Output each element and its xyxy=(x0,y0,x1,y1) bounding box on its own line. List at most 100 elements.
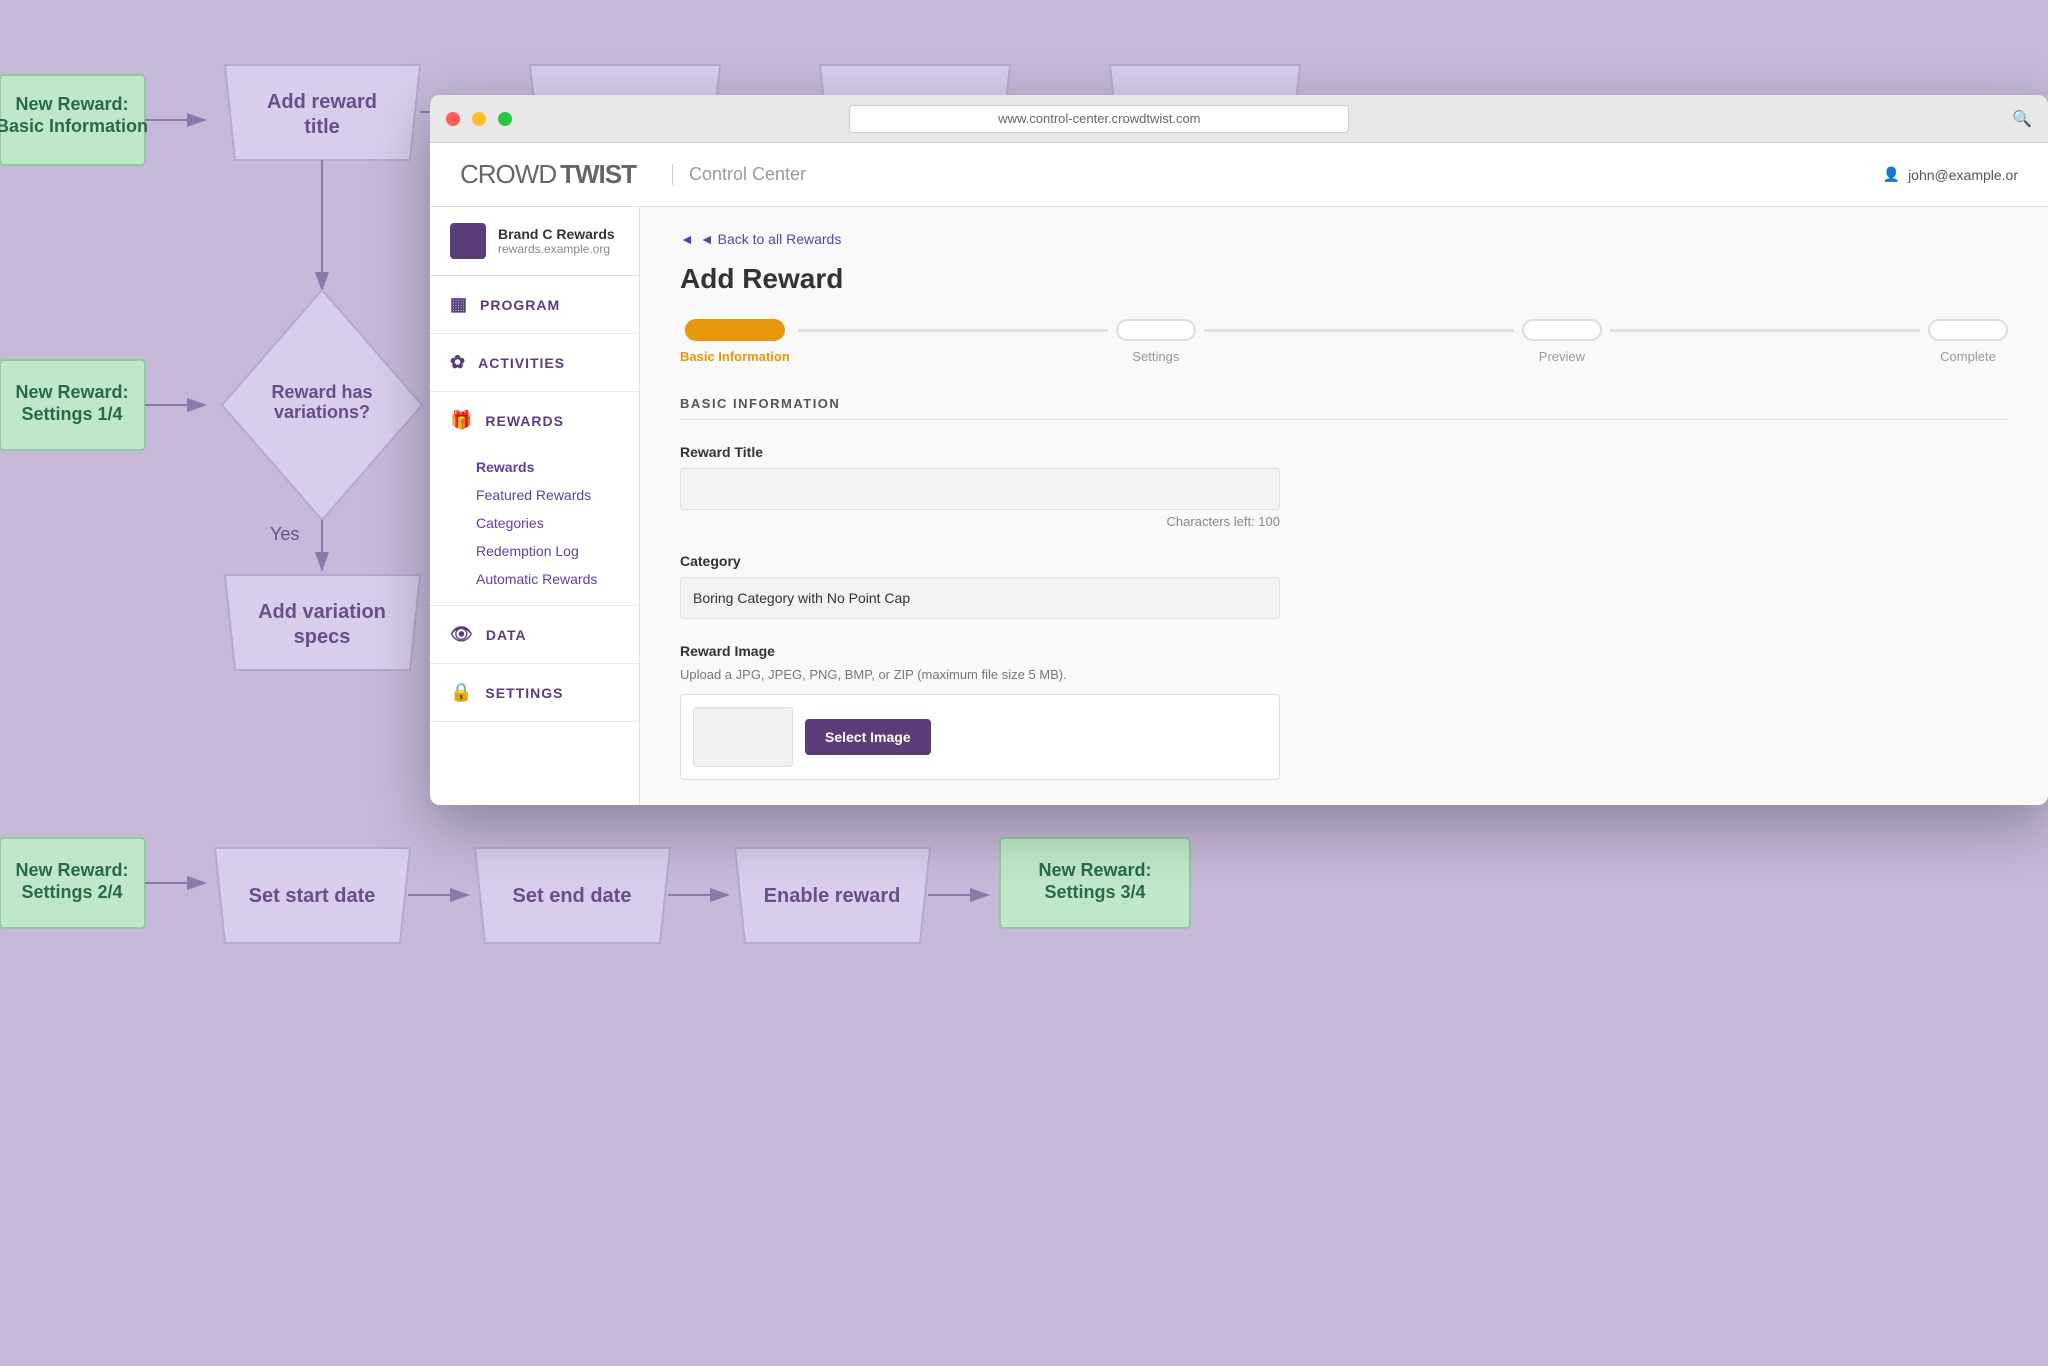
activities-icon: ✿ xyxy=(450,352,466,373)
rewards-sub-items: Rewards Featured Rewards Categories Rede… xyxy=(430,449,639,605)
main-panel: ◄ ◄ Back to all Rewards Add Reward Basic… xyxy=(640,207,2048,805)
step-label-complete: Complete xyxy=(1940,349,1996,364)
browser-close-btn[interactable] xyxy=(446,112,460,126)
browser-addressbar: www.control-center.crowdtwist.com xyxy=(849,105,1349,133)
step-settings: Settings xyxy=(1116,319,1196,364)
step-connector-2 xyxy=(1204,329,1514,332)
select-image-button[interactable]: Select Image xyxy=(805,719,931,755)
step-label-preview: Preview xyxy=(1539,349,1585,364)
category-label: Category xyxy=(680,553,2008,569)
svg-text:New Reward:: New Reward: xyxy=(15,94,128,114)
svg-text:title: title xyxy=(304,116,340,138)
svg-text:Yes: Yes xyxy=(270,524,299,544)
svg-text:New Reward:: New Reward: xyxy=(15,382,128,402)
reward-image-label: Reward Image xyxy=(680,643,2008,659)
step-pill-complete xyxy=(1928,319,2008,341)
brand-url: rewards.example.org xyxy=(498,242,615,256)
image-upload-area: Select Image xyxy=(680,694,1280,780)
sidebar-subitem-automatic-rewards[interactable]: Automatic Rewards xyxy=(430,565,639,593)
page-title: Add Reward xyxy=(680,263,2008,295)
back-arrow: ◄ xyxy=(680,231,694,247)
step-pill-preview xyxy=(1522,319,1602,341)
svg-text:New Reward:: New Reward: xyxy=(1038,860,1151,880)
browser-window: www.control-center.crowdtwist.com 🔍 CROW… xyxy=(430,95,2048,805)
step-basic-info: Basic Information xyxy=(680,319,790,364)
sidebar-subitem-rewards[interactable]: Rewards xyxy=(430,453,639,481)
user-icon: 👤 xyxy=(1883,166,1900,183)
category-select[interactable]: Boring Category with No Point Cap xyxy=(680,577,1280,619)
browser-min-btn[interactable] xyxy=(472,112,486,126)
form-group-title: Reward Title Characters left: 100 xyxy=(680,444,2008,529)
sidebar-section-program: ▦ PROGRAM xyxy=(430,276,639,334)
svg-text:Set end date: Set end date xyxy=(513,885,632,907)
step-connector-3 xyxy=(1610,329,1920,332)
svg-text:Reward has: Reward has xyxy=(271,382,372,402)
sidebar-item-program[interactable]: ▦ PROGRAM xyxy=(430,276,639,333)
step-pill-settings xyxy=(1116,319,1196,341)
browser-chrome: www.control-center.crowdtwist.com 🔍 xyxy=(430,95,2048,143)
main-layout: Brand C Rewards rewards.example.org ▦ PR… xyxy=(430,207,2048,805)
logo-twist: TWIST xyxy=(560,159,636,190)
sidebar: Brand C Rewards rewards.example.org ▦ PR… xyxy=(430,207,640,805)
settings-icon: 🔒 xyxy=(450,682,473,703)
sidebar-item-activities[interactable]: ✿ ACTIVITIES xyxy=(430,334,639,391)
chars-left: Characters left: 100 xyxy=(680,514,1280,529)
step-label-basic: Basic Information xyxy=(680,349,790,364)
step-connector-1 xyxy=(798,329,1108,332)
brand-info: Brand C Rewards rewards.example.org xyxy=(498,226,615,256)
sidebar-section-activities: ✿ ACTIVITIES xyxy=(430,334,639,392)
topnav-user: 👤 john@example.or xyxy=(1883,166,2018,183)
data-icon: 👁 xyxy=(450,624,474,645)
svg-text:Settings 3/4: Settings 3/4 xyxy=(1044,882,1145,902)
form-group-category: Category Boring Category with No Point C… xyxy=(680,553,2008,619)
svg-text:Add variation: Add variation xyxy=(258,601,386,623)
svg-text:Add reward: Add reward xyxy=(267,91,377,113)
progress-steps: Basic Information Settings Preview xyxy=(680,319,2008,364)
svg-text:Set start date: Set start date xyxy=(249,885,376,907)
control-center-label: Control Center xyxy=(672,164,806,185)
svg-text:Settings 2/4: Settings 2/4 xyxy=(21,882,122,902)
browser-url: www.control-center.crowdtwist.com xyxy=(998,111,1200,126)
sidebar-item-rewards[interactable]: 🎁 REWARDS xyxy=(430,392,639,449)
svg-text:Basic Information: Basic Information xyxy=(0,116,148,136)
sidebar-subitem-featured-rewards[interactable]: Featured Rewards xyxy=(430,481,639,509)
sidebar-section-settings: 🔒 SETTINGS xyxy=(430,664,639,722)
sidebar-item-settings[interactable]: 🔒 SETTINGS xyxy=(430,664,639,721)
svg-text:variations?: variations? xyxy=(274,402,370,422)
sidebar-subitem-redemption-log[interactable]: Redemption Log xyxy=(430,537,639,565)
browser-search-icon: 🔍 xyxy=(2012,109,2032,129)
rewards-icon: 🎁 xyxy=(450,410,473,431)
svg-text:New Reward:: New Reward: xyxy=(15,860,128,880)
sidebar-section-data: 👁 DATA xyxy=(430,606,639,664)
brand-section: Brand C Rewards rewards.example.org xyxy=(430,207,639,276)
svg-text:Settings 1/4: Settings 1/4 xyxy=(21,404,122,424)
reward-title-input[interactable] xyxy=(680,468,1280,510)
svg-text:specs: specs xyxy=(294,626,351,648)
brand-icon xyxy=(450,223,486,259)
image-preview-box xyxy=(693,707,793,767)
top-navigation: CROWDTWIST Control Center 👤 john@example… xyxy=(430,143,2048,207)
sidebar-activities-label: ACTIVITIES xyxy=(478,355,565,371)
logo-area: CROWDTWIST xyxy=(460,159,636,190)
brand-name: Brand C Rewards xyxy=(498,226,615,242)
sidebar-item-data[interactable]: 👁 DATA xyxy=(430,606,639,663)
back-link-text: ◄ Back to all Rewards xyxy=(700,231,841,247)
back-link[interactable]: ◄ ◄ Back to all Rewards xyxy=(680,231,2008,247)
sidebar-settings-label: SETTINGS xyxy=(485,685,563,701)
reward-title-label: Reward Title xyxy=(680,444,2008,460)
step-complete: Complete xyxy=(1928,319,2008,364)
step-pill-active xyxy=(685,319,785,341)
form-group-image: Reward Image Upload a JPG, JPEG, PNG, BM… xyxy=(680,643,2008,780)
sidebar-program-label: PROGRAM xyxy=(480,297,560,313)
step-preview: Preview xyxy=(1522,319,1602,364)
program-icon: ▦ xyxy=(450,294,468,315)
step-label-settings: Settings xyxy=(1132,349,1179,364)
sidebar-data-label: DATA xyxy=(486,627,527,643)
section-title: BASIC INFORMATION xyxy=(680,396,2008,420)
logo-crowd: CROWD xyxy=(460,159,556,190)
sidebar-subitem-categories[interactable]: Categories xyxy=(430,509,639,537)
sidebar-section-rewards: 🎁 REWARDS Rewards Featured Rewards Categ… xyxy=(430,392,639,606)
user-email: john@example.or xyxy=(1908,167,2018,183)
browser-max-btn[interactable] xyxy=(498,112,512,126)
sidebar-rewards-label: REWARDS xyxy=(485,413,564,429)
